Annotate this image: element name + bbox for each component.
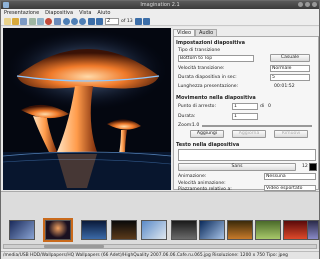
slide-preview [3,28,171,190]
menu-aiuto[interactable]: Aiuto [97,9,110,17]
close-icon[interactable] [312,2,317,7]
remove-motion-button[interactable]: Rimuovi [274,130,308,138]
stop-point-input[interactable]: 1 [232,103,258,110]
tab-audio[interactable]: Audio [195,29,218,36]
new-icon[interactable] [4,18,11,25]
video-tab-body: Impostazioni diapositiva Tipo di transiz… [173,36,319,192]
app-window: Imagination 2.1 Presentazione Diapositiv… [0,0,320,259]
title-bar: Imagination 2.1 [1,1,319,9]
delete-icon[interactable] [45,18,52,25]
first-slide-icon[interactable] [88,18,95,25]
transition-speed-label: Velocità transizione: [178,66,225,71]
thumbnail[interactable] [111,220,137,240]
toolbar: 2 of 13 [1,17,319,26]
add-motion-button[interactable]: Aggiungi [190,130,224,138]
font-button[interactable]: Sans [178,163,296,171]
zoom-label: Zoom: [178,123,193,128]
stop-point-of-label: di [260,104,265,109]
slide-motion-title: Movimento nella diapositiva [176,95,256,101]
thumbnail[interactable] [81,220,107,240]
thumbnail[interactable] [255,220,281,240]
animation-label: Animazione: [178,174,207,179]
thumbnail[interactable] [171,220,197,240]
minimize-icon[interactable] [298,2,303,7]
thumbnail[interactable] [283,220,309,240]
zoom-value: 1.0 [192,123,200,128]
transition-type-label: Tipo di transizione [178,48,221,53]
thumbnail-selected[interactable] [43,218,73,242]
stop-point-total: 0 [268,104,271,109]
text-color-button[interactable] [309,163,317,171]
thumbnail-scrollbar[interactable] [3,244,317,249]
maximize-icon[interactable] [305,2,310,7]
thumbnail[interactable] [227,220,253,240]
preview-icon[interactable] [54,18,61,25]
thumbnail[interactable] [307,220,319,240]
font-size: 12 [302,164,308,169]
menu-diapositiva[interactable]: Diapositiva [45,9,73,17]
slide-settings-title: Impostazioni diapositiva [176,40,246,46]
open-icon[interactable] [12,18,19,25]
random-button[interactable]: Casuale [270,54,310,62]
show-length-value: 00:01:52 [274,84,295,89]
update-motion-button[interactable]: Aggiorna [232,130,266,138]
animation-speed-label: Velocità animazione: [178,181,226,186]
thumbnail[interactable] [141,220,167,240]
previous-slide-icon[interactable] [96,18,103,25]
menu-vista[interactable]: Vista [79,9,91,17]
next-slide-icon[interactable] [135,18,142,25]
slide-duration-input[interactable]: 5 [270,74,310,81]
thumbnail[interactable] [199,220,225,240]
motion-duration-input[interactable]: 1 [232,113,258,120]
zoom-in-icon[interactable] [63,18,70,25]
zoom-fit-icon[interactable] [79,18,86,25]
save-icon[interactable] [20,18,27,25]
scrollbar-thumb[interactable] [44,245,104,248]
slide-duration-label: Durata diapositiva in sec: [178,75,237,80]
status-bar: /media/USB HDD/Wallpapers/HQ Wallpapers … [1,251,319,259]
import-pictures-icon[interactable] [29,18,36,25]
zoom-slider[interactable] [202,125,312,127]
slide-number-input[interactable]: 2 [105,18,119,25]
zoom-out-icon[interactable] [71,18,78,25]
slide-total-label: of 13 [121,19,133,24]
thumbnail[interactable] [9,220,35,240]
slide-image [3,28,171,190]
properties-panel: Video Audio Impostazioni diapositiva Tip… [173,27,319,197]
menu-presentazione[interactable]: Presentazione [4,9,39,17]
show-length-label: Lunghezza presentazione: [178,84,239,89]
transition-speed-select[interactable]: Normale [270,65,310,72]
import-audio-icon[interactable] [37,18,44,25]
tab-video[interactable]: Video [173,29,196,36]
app-icon [3,2,9,8]
menu-bar: Presentazione Diapositiva Vista Aiuto [1,9,319,17]
motion-duration-label: Durata: [178,114,196,119]
slide-text-title: Testo nella diapositiva [176,142,240,148]
stop-point-label: Punto di arresto: [178,104,217,109]
slide-text-area[interactable] [178,149,316,161]
last-slide-icon[interactable] [143,18,150,25]
transition-type-select[interactable]: Bottom to Top [178,55,254,62]
animation-select[interactable]: Nessuna [264,173,316,180]
window-title: Imagination 2.1 [140,2,180,8]
